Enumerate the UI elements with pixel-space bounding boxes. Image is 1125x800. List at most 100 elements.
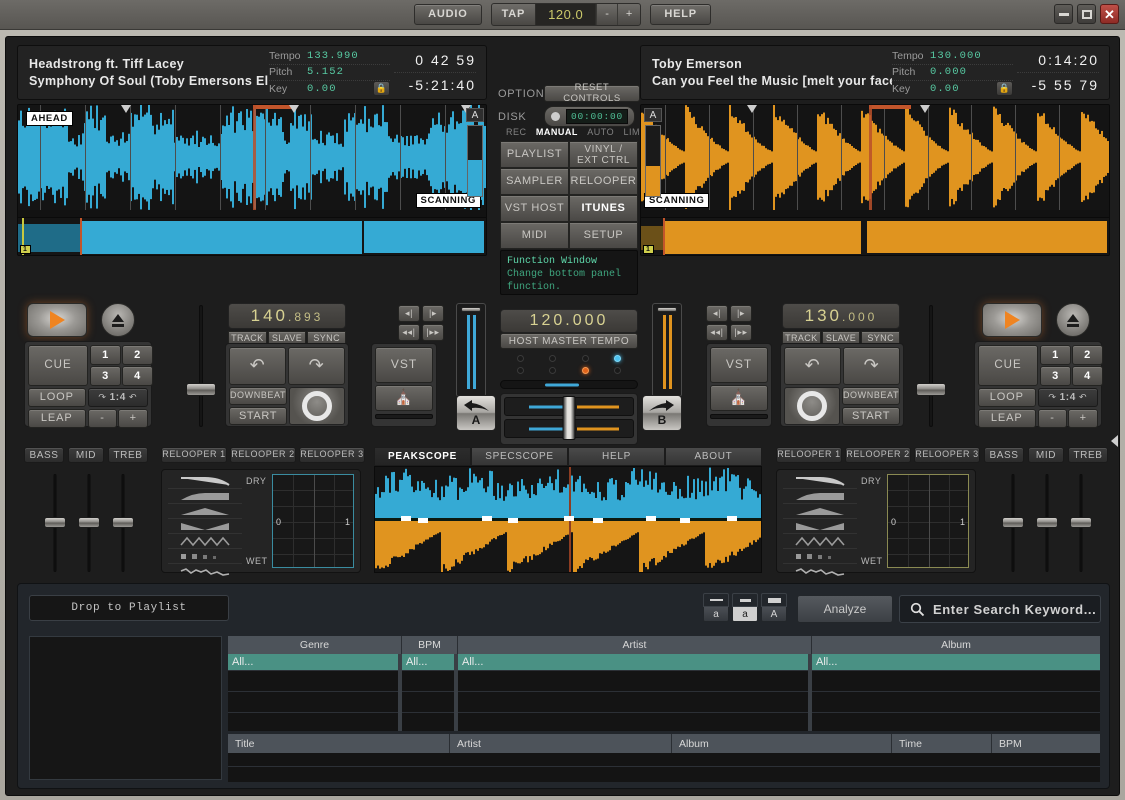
- shape-noise[interactable]: [168, 564, 242, 579]
- deck-b-overview-strip[interactable]: 1: [641, 217, 1109, 255]
- deck-b-cue-pad-3[interactable]: 3: [1040, 366, 1071, 386]
- shape-decay[interactable]: [783, 474, 857, 489]
- search-input[interactable]: Enter Search Keyword...: [899, 595, 1101, 623]
- shape-steps[interactable]: [168, 549, 242, 564]
- filter-list-artist[interactable]: All...: [458, 654, 812, 731]
- track-header-bpm[interactable]: BPM: [992, 734, 1100, 753]
- deck-a-cue-button[interactable]: CUE: [28, 345, 88, 386]
- relooper-right-tab-3[interactable]: RELOOPER 3: [914, 447, 980, 463]
- relooper-right-tab-2[interactable]: RELOOPER 2: [845, 447, 911, 463]
- rec-mode-auto[interactable]: AUTO: [587, 127, 614, 137]
- deck-b-vst-button[interactable]: VST: [710, 347, 768, 383]
- deck-a-cue-pad-1[interactable]: 1: [90, 345, 121, 365]
- shape-steps[interactable]: [783, 549, 857, 564]
- deck-a-downbeat-button[interactable]: DOWNBEAT: [229, 387, 287, 405]
- deck-a-waveform-detail[interactable]: AHEAD SCANNING A: [18, 105, 486, 210]
- case-upper-button[interactable]: A: [761, 593, 787, 622]
- panel-expand-arrow-icon[interactable]: [1111, 435, 1118, 447]
- tab-help[interactable]: HELP: [568, 447, 665, 466]
- deck-b-cue-level-slider[interactable]: [710, 414, 768, 419]
- deck-b-loop-value[interactable]: ↷ 1:4 ↶: [1038, 388, 1098, 407]
- tab-about[interactable]: ABOUT: [665, 447, 762, 466]
- fn-itunes-button[interactable]: ITUNES: [569, 195, 638, 222]
- eq-right-bass-button[interactable]: BASS: [984, 447, 1024, 463]
- deck-a-play-button[interactable]: [27, 303, 87, 337]
- eq-left-treb-fader[interactable]: [108, 474, 138, 572]
- close-icon[interactable]: ✕: [1100, 4, 1119, 24]
- deck-a-cue-marker[interactable]: [289, 105, 299, 113]
- track-rows-empty[interactable]: [228, 753, 1100, 782]
- deck-a-loop-button[interactable]: LOOP: [28, 388, 86, 407]
- deck-a-nudge-fwd-icon[interactable]: |▸: [422, 305, 444, 322]
- deck-a-overview-strip[interactable]: 1: [18, 217, 486, 255]
- deck-b-eject-button[interactable]: [1056, 303, 1090, 337]
- shape-valley[interactable]: [168, 519, 242, 534]
- deck-b-jog-wheel[interactable]: [784, 387, 840, 425]
- drop-to-playlist-zone[interactable]: Drop to Playlist: [29, 595, 229, 621]
- assign-b-button[interactable]: B: [642, 395, 682, 431]
- deck-a-cue-pad-3[interactable]: 3: [90, 366, 121, 386]
- filter-item-album-all[interactable]: All...: [812, 654, 1100, 670]
- track-header-time[interactable]: Time: [892, 734, 992, 753]
- track-header-artist[interactable]: Artist: [450, 734, 672, 753]
- deck-b-forward-icon[interactable]: ↷: [843, 347, 900, 385]
- deck-a-forward-icon[interactable]: ↷: [288, 347, 345, 385]
- deck-b-play-button[interactable]: [982, 303, 1042, 337]
- deck-b-leap-minus[interactable]: -: [1038, 409, 1068, 428]
- filter-list-bpm[interactable]: All...: [402, 654, 458, 731]
- shape-decay[interactable]: [168, 474, 242, 489]
- deck-b-nudge-back-icon[interactable]: ◂|: [706, 305, 728, 322]
- shape-valley[interactable]: [783, 519, 857, 534]
- relooper-left-tab-1[interactable]: RELOOPER 1: [161, 447, 227, 463]
- deck-a-nudge-back-icon[interactable]: ◂|: [398, 305, 420, 322]
- deck-b-loop-button[interactable]: LOOP: [978, 388, 1036, 407]
- deck-a-headphone-icon[interactable]: ⛪: [375, 385, 433, 411]
- filter-item-bpm-all[interactable]: All...: [402, 654, 454, 670]
- eq-left-mid-fader[interactable]: [74, 474, 104, 572]
- deck-b-scan-fwd-icon[interactable]: |▸▸: [730, 324, 752, 341]
- fn-relooper-button[interactable]: RELOOPER: [569, 168, 638, 195]
- deck-a-cue-marker[interactable]: [121, 105, 131, 113]
- deck-a-scan-back-icon[interactable]: ◂◂|: [398, 324, 420, 341]
- deck-a-vst-button[interactable]: VST: [375, 347, 433, 383]
- eq-right-mid-button[interactable]: MID: [1028, 447, 1064, 463]
- eq-left-mid-button[interactable]: MID: [68, 447, 104, 463]
- filter-item-genre-all[interactable]: All...: [228, 654, 398, 670]
- fn-playlist-button[interactable]: PLAYLIST: [500, 141, 569, 168]
- deck-a-cue-pad-2[interactable]: 2: [122, 345, 153, 365]
- peakscope-display[interactable]: [374, 466, 762, 573]
- eq-left-bass-fader[interactable]: [40, 474, 70, 572]
- deck-a-cue-pad-4[interactable]: 4: [122, 366, 153, 386]
- lock-icon[interactable]: 🔒: [996, 81, 1013, 96]
- tab-peakscope[interactable]: PEAKSCOPE: [374, 447, 471, 466]
- tab-specscope[interactable]: SPECSCOPE: [471, 447, 568, 466]
- relooper-left-tab-3[interactable]: RELOOPER 3: [299, 447, 365, 463]
- filter-list-genre[interactable]: All...: [228, 654, 402, 731]
- audio-button[interactable]: AUDIO: [414, 4, 481, 25]
- eq-right-treb-button[interactable]: TREB: [1068, 447, 1108, 463]
- filter-header-artist[interactable]: Artist: [458, 636, 812, 654]
- fn-setup-button[interactable]: SETUP: [569, 222, 638, 249]
- tap-plus-button[interactable]: +: [617, 4, 640, 25]
- deck-b-waveform[interactable]: SCANNING A 1: [640, 104, 1110, 256]
- fn-sampler-button[interactable]: SAMPLER: [500, 168, 569, 195]
- maximize-icon[interactable]: [1077, 4, 1096, 24]
- fn-vinyl-ext-ctrl-button[interactable]: VINYL / EXT CTRL: [569, 141, 638, 168]
- minimize-icon[interactable]: [1054, 4, 1073, 24]
- master-tempo-label[interactable]: HOST MASTER TEMPO: [500, 333, 638, 349]
- deck-b-pitch-fader[interactable]: [914, 305, 948, 427]
- deck-b-waveform-detail[interactable]: SCANNING A: [641, 105, 1109, 210]
- deck-b-scan-back-icon[interactable]: ◂◂|: [706, 324, 728, 341]
- deck-b-cue-pad-1[interactable]: 1: [1040, 345, 1071, 365]
- deck-a-jog-wheel[interactable]: [289, 387, 345, 425]
- deck-b-cue-button[interactable]: CUE: [978, 345, 1038, 386]
- record-dot-icon[interactable]: [551, 112, 560, 121]
- filter-header-album[interactable]: Album: [812, 636, 1100, 654]
- eq-left-bass-button[interactable]: BASS: [24, 447, 64, 463]
- shape-sawtooth[interactable]: [783, 534, 857, 549]
- deck-a-ab-marker[interactable]: A: [466, 108, 484, 122]
- shape-ramp-up[interactable]: [168, 489, 242, 504]
- case-mixed-button[interactable]: a: [732, 593, 758, 622]
- deck-b-cue-pad-4[interactable]: 4: [1072, 366, 1103, 386]
- deck-a-eject-button[interactable]: [101, 303, 135, 337]
